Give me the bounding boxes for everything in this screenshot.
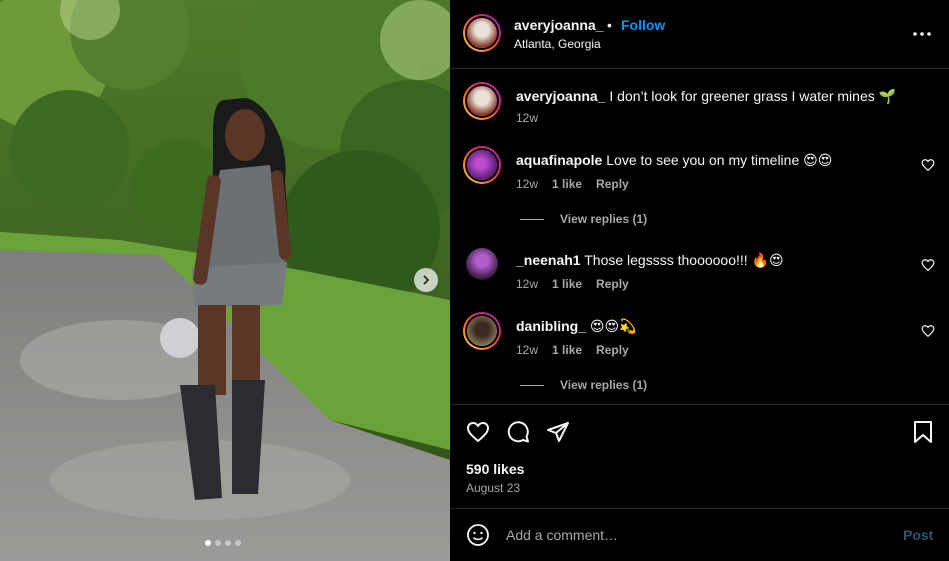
like-comment-heart-icon[interactable] (921, 158, 935, 172)
add-comment-bar: Post (450, 508, 949, 561)
replies-divider (520, 384, 544, 386)
caption-username[interactable]: averyjoanna_ (516, 88, 606, 104)
carousel-dot (235, 540, 241, 546)
comment-avatar[interactable] (463, 312, 501, 350)
view-replies-label: View replies (1) (560, 212, 648, 226)
emoji-icon[interactable] (466, 523, 490, 547)
photo-illustration (0, 0, 450, 561)
comment-username[interactable]: danibling_ (516, 318, 586, 334)
next-slide-button[interactable] (414, 268, 438, 292)
comment-avatar[interactable] (466, 248, 498, 280)
post-comment-button[interactable]: Post (903, 527, 933, 543)
replies-divider (520, 218, 544, 220)
likes-count[interactable]: 590 likes (466, 461, 524, 477)
comment-time[interactable]: 12w (516, 277, 538, 291)
comment-meta: 12w 1 like Reply (516, 343, 629, 357)
post-actions: 590 likes August 23 (450, 404, 949, 508)
comment-likes[interactable]: 1 like (552, 343, 582, 357)
comment: aquafinapole Love to see you on my timel… (516, 152, 832, 169)
comment-likes[interactable]: 1 like (552, 177, 582, 191)
reply-button[interactable]: Reply (596, 177, 629, 191)
author-username[interactable]: averyjoanna_ (514, 17, 604, 33)
comment-input[interactable] (506, 523, 886, 547)
follow-button[interactable]: Follow (621, 17, 665, 33)
post-image[interactable] (0, 0, 450, 561)
comment-icon[interactable] (506, 420, 530, 444)
post-header: averyjoanna_ • Follow Atlanta, Georgia (450, 0, 949, 69)
like-comment-heart-icon[interactable] (921, 324, 935, 338)
view-replies-button[interactable]: View replies (1) (520, 212, 647, 226)
caption-meta: 12w (516, 111, 538, 125)
comment-likes[interactable]: 1 like (552, 277, 582, 291)
comment: danibling_ 😍😍💫 (516, 318, 637, 335)
comment-time[interactable]: 12w (516, 177, 538, 191)
comment-avatar[interactable] (463, 146, 501, 184)
reply-button[interactable]: Reply (596, 277, 629, 291)
carousel-dot (215, 540, 221, 546)
post-details-panel: averyjoanna_ • Follow Atlanta, Georgia a… (450, 0, 949, 561)
comment: _neenah1 Those legssss thoooooo!!! 🔥😍 (516, 252, 784, 269)
caption-time[interactable]: 12w (516, 111, 538, 125)
bookmark-icon[interactable] (911, 420, 935, 444)
comment-meta: 12w 1 like Reply (516, 177, 629, 191)
chevron-right-icon (423, 275, 430, 285)
caption-text: I don’t look for greener grass I water m… (609, 88, 897, 104)
comment-time[interactable]: 12w (516, 343, 538, 357)
header-separator: • (607, 17, 612, 33)
comment-text: Those legssss thoooooo!!! 🔥😍 (584, 252, 784, 268)
more-horizontal-icon[interactable] (912, 24, 932, 44)
reply-button[interactable]: Reply (596, 343, 629, 357)
view-replies-label: View replies (1) (560, 378, 648, 392)
post-location[interactable]: Atlanta, Georgia (514, 37, 601, 51)
post-date[interactable]: August 23 (466, 481, 520, 495)
comment-username[interactable]: aquafinapole (516, 152, 602, 168)
like-comment-heart-icon[interactable] (921, 258, 935, 272)
caption-avatar[interactable] (463, 82, 501, 120)
heart-icon[interactable] (466, 420, 490, 444)
comment-meta: 12w 1 like Reply (516, 277, 629, 291)
comment-text: 😍😍💫 (589, 318, 637, 334)
share-icon[interactable] (546, 420, 570, 444)
comment-username[interactable]: _neenah1 (516, 252, 581, 268)
caption: averyjoanna_ I don’t look for greener gr… (516, 88, 896, 105)
author-avatar[interactable] (463, 14, 501, 52)
carousel-indicator (205, 540, 241, 546)
carousel-dot (205, 540, 211, 546)
carousel-dot (225, 540, 231, 546)
view-replies-button[interactable]: View replies (1) (520, 378, 647, 392)
comment-text: Love to see you on my timeline 😍😍 (606, 152, 833, 168)
